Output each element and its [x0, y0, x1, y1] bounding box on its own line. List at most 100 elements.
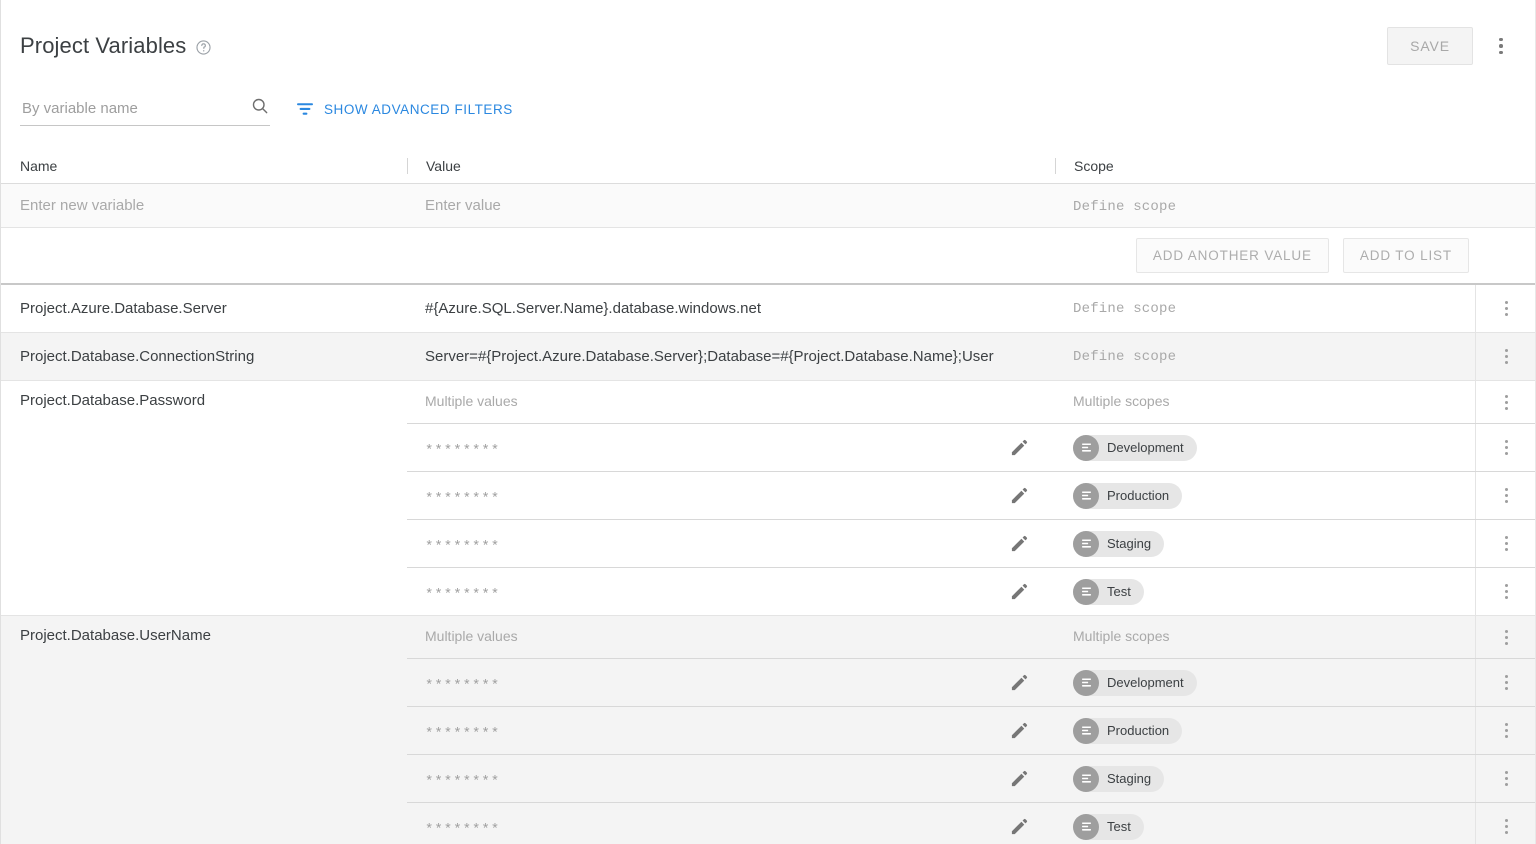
- environment-icon: [1073, 766, 1099, 792]
- variable-value-cell[interactable]: Server=#{Project.Azure.Database.Server};…: [407, 333, 1055, 380]
- variable-scope-cell[interactable]: Staging: [1055, 531, 1475, 557]
- add-to-list-button[interactable]: ADD TO LIST: [1343, 238, 1469, 273]
- pencil-icon[interactable]: [1009, 534, 1029, 554]
- pencil-icon[interactable]: [1009, 438, 1029, 458]
- new-variable-value-placeholder: Enter value: [425, 197, 501, 214]
- pencil-icon[interactable]: [1009, 673, 1029, 693]
- show-advanced-filters-button[interactable]: SHOW ADVANCED FILTERS: [296, 92, 513, 126]
- variable-value-cell[interactable]: ********: [407, 672, 1055, 694]
- scope-chip-label: Test: [1107, 819, 1131, 834]
- variable-value-row[interactable]: ******** Test: [407, 802, 1536, 844]
- row-overflow-menu-icon[interactable]: [1495, 715, 1519, 747]
- variable-name-cell: Project.Database.ConnectionString: [1, 333, 407, 380]
- scope-chip-label: Staging: [1107, 536, 1151, 551]
- pencil-icon[interactable]: [1009, 486, 1029, 506]
- variable-scope-placeholder: Define scope: [1073, 349, 1176, 365]
- scope-chip[interactable]: Development: [1073, 670, 1197, 696]
- new-variable-row[interactable]: Enter new variable Enter value Define sc…: [1, 184, 1535, 228]
- save-button[interactable]: SAVE: [1387, 27, 1473, 65]
- variable-value-row[interactable]: ******** Development: [407, 423, 1536, 471]
- variable-value: ********: [425, 768, 500, 790]
- scope-chip[interactable]: Staging: [1073, 531, 1164, 557]
- variable-scope-cell[interactable]: Test: [1055, 579, 1475, 605]
- scope-chip[interactable]: Staging: [1073, 766, 1164, 792]
- variable-name: Project.Database.ConnectionString: [20, 348, 254, 365]
- row-overflow-menu-icon[interactable]: [1495, 341, 1519, 373]
- filter-list-icon: [296, 100, 314, 118]
- scope-chip[interactable]: Production: [1073, 718, 1182, 744]
- table-row[interactable]: Project.Azure.Database.Server#{Azure.SQL…: [1, 285, 1535, 333]
- header-actions: SAVE: [1387, 27, 1513, 65]
- variable-scope-cell[interactable]: Production: [1055, 718, 1475, 744]
- row-overflow-menu-icon[interactable]: [1495, 293, 1519, 325]
- variable-value-cell[interactable]: #{Azure.SQL.Server.Name}.database.window…: [407, 285, 1055, 332]
- row-overflow-menu-icon[interactable]: [1495, 576, 1519, 608]
- variable-group-body: Multiple valuesMultiple scopes ******** De…: [407, 616, 1536, 844]
- environment-icon: [1073, 670, 1099, 696]
- search-input[interactable]: [20, 94, 232, 124]
- variable-value: ********: [425, 816, 500, 838]
- variable-scope-cell[interactable]: Define scope: [1055, 285, 1475, 332]
- variable-scope-cell[interactable]: Production: [1055, 483, 1475, 509]
- row-overflow-menu-icon[interactable]: [1495, 763, 1519, 795]
- variable-value-row[interactable]: ******** Production: [407, 706, 1536, 754]
- environment-icon: [1073, 531, 1099, 557]
- variable-value-row[interactable]: ******** Staging: [407, 519, 1536, 567]
- variable-scope-cell[interactable]: Test: [1055, 814, 1475, 840]
- variable-value-row[interactable]: ******** Production: [407, 471, 1536, 519]
- variable-scope-cell[interactable]: Staging: [1055, 766, 1475, 792]
- variable-value-cell[interactable]: ********: [407, 720, 1055, 742]
- scope-chip[interactable]: Production: [1073, 483, 1182, 509]
- variable-value-row[interactable]: ******** Test: [407, 567, 1536, 615]
- row-menu-cell: [1475, 333, 1536, 380]
- pencil-icon[interactable]: [1009, 582, 1029, 602]
- group-overflow-menu-icon[interactable]: [1495, 386, 1519, 418]
- page-overflow-menu-icon[interactable]: [1489, 30, 1513, 62]
- row-overflow-menu-icon[interactable]: [1495, 667, 1519, 699]
- column-header-name: Name: [1, 158, 407, 174]
- variable-value-cell[interactable]: ********: [407, 437, 1055, 459]
- multiple-values-cell: Multiple values: [407, 628, 1055, 646]
- variable-group-header: Multiple valuesMultiple scopes: [407, 381, 1536, 423]
- pencil-icon[interactable]: [1009, 769, 1029, 789]
- title-group: Project Variables: [20, 35, 212, 57]
- scope-chip-label: Production: [1107, 488, 1169, 503]
- scope-chip[interactable]: Test: [1073, 814, 1144, 840]
- variable-scope-cell[interactable]: Development: [1055, 670, 1475, 696]
- pencil-icon[interactable]: [1009, 817, 1029, 837]
- multiple-values-label: Multiple values: [425, 393, 518, 409]
- row-overflow-menu-icon[interactable]: [1495, 811, 1519, 843]
- scope-chip-label: Staging: [1107, 771, 1151, 786]
- help-circle-icon[interactable]: [195, 39, 212, 56]
- pencil-icon[interactable]: [1009, 721, 1029, 741]
- row-menu-cell: [1475, 568, 1536, 615]
- variable-value-cell[interactable]: ********: [407, 581, 1055, 603]
- variable-scope-cell[interactable]: Development: [1055, 435, 1475, 461]
- variable-value-cell[interactable]: ********: [407, 533, 1055, 555]
- row-overflow-menu-icon[interactable]: [1495, 528, 1519, 560]
- group-menu-cell: [1475, 381, 1536, 423]
- group-overflow-menu-icon[interactable]: [1495, 621, 1519, 653]
- row-overflow-menu-icon[interactable]: [1495, 432, 1519, 464]
- search-field[interactable]: [20, 92, 270, 126]
- variable-value: ********: [425, 581, 500, 603]
- new-variable-value-cell[interactable]: Enter value: [407, 197, 1055, 215]
- new-variable-scope-cell[interactable]: Define scope: [1055, 197, 1475, 215]
- variable-value-cell[interactable]: ********: [407, 485, 1055, 507]
- variable-name-cell: Project.Database.Password: [1, 381, 407, 615]
- variable-value-cell[interactable]: ********: [407, 768, 1055, 790]
- scope-chip[interactable]: Development: [1073, 435, 1197, 461]
- variable-value: ********: [425, 533, 500, 555]
- scope-chip[interactable]: Test: [1073, 579, 1144, 605]
- variable-group-header: Multiple valuesMultiple scopes: [407, 616, 1536, 658]
- row-overflow-menu-icon[interactable]: [1495, 480, 1519, 512]
- new-variable-name-cell[interactable]: Enter new variable: [1, 197, 407, 215]
- table-row[interactable]: Project.Database.ConnectionString Server=…: [1, 333, 1535, 381]
- search-icon[interactable]: [250, 96, 270, 116]
- variable-value-row[interactable]: ******** Development: [407, 658, 1536, 706]
- variable-value-row[interactable]: ******** Staging: [407, 754, 1536, 802]
- add-another-value-button[interactable]: ADD ANOTHER VALUE: [1136, 238, 1329, 273]
- variable-scope-cell[interactable]: Define scope: [1055, 333, 1475, 380]
- variable-value-cell[interactable]: ********: [407, 816, 1055, 838]
- table-row-group: Project.Database.PasswordMultiple values…: [1, 381, 1535, 616]
